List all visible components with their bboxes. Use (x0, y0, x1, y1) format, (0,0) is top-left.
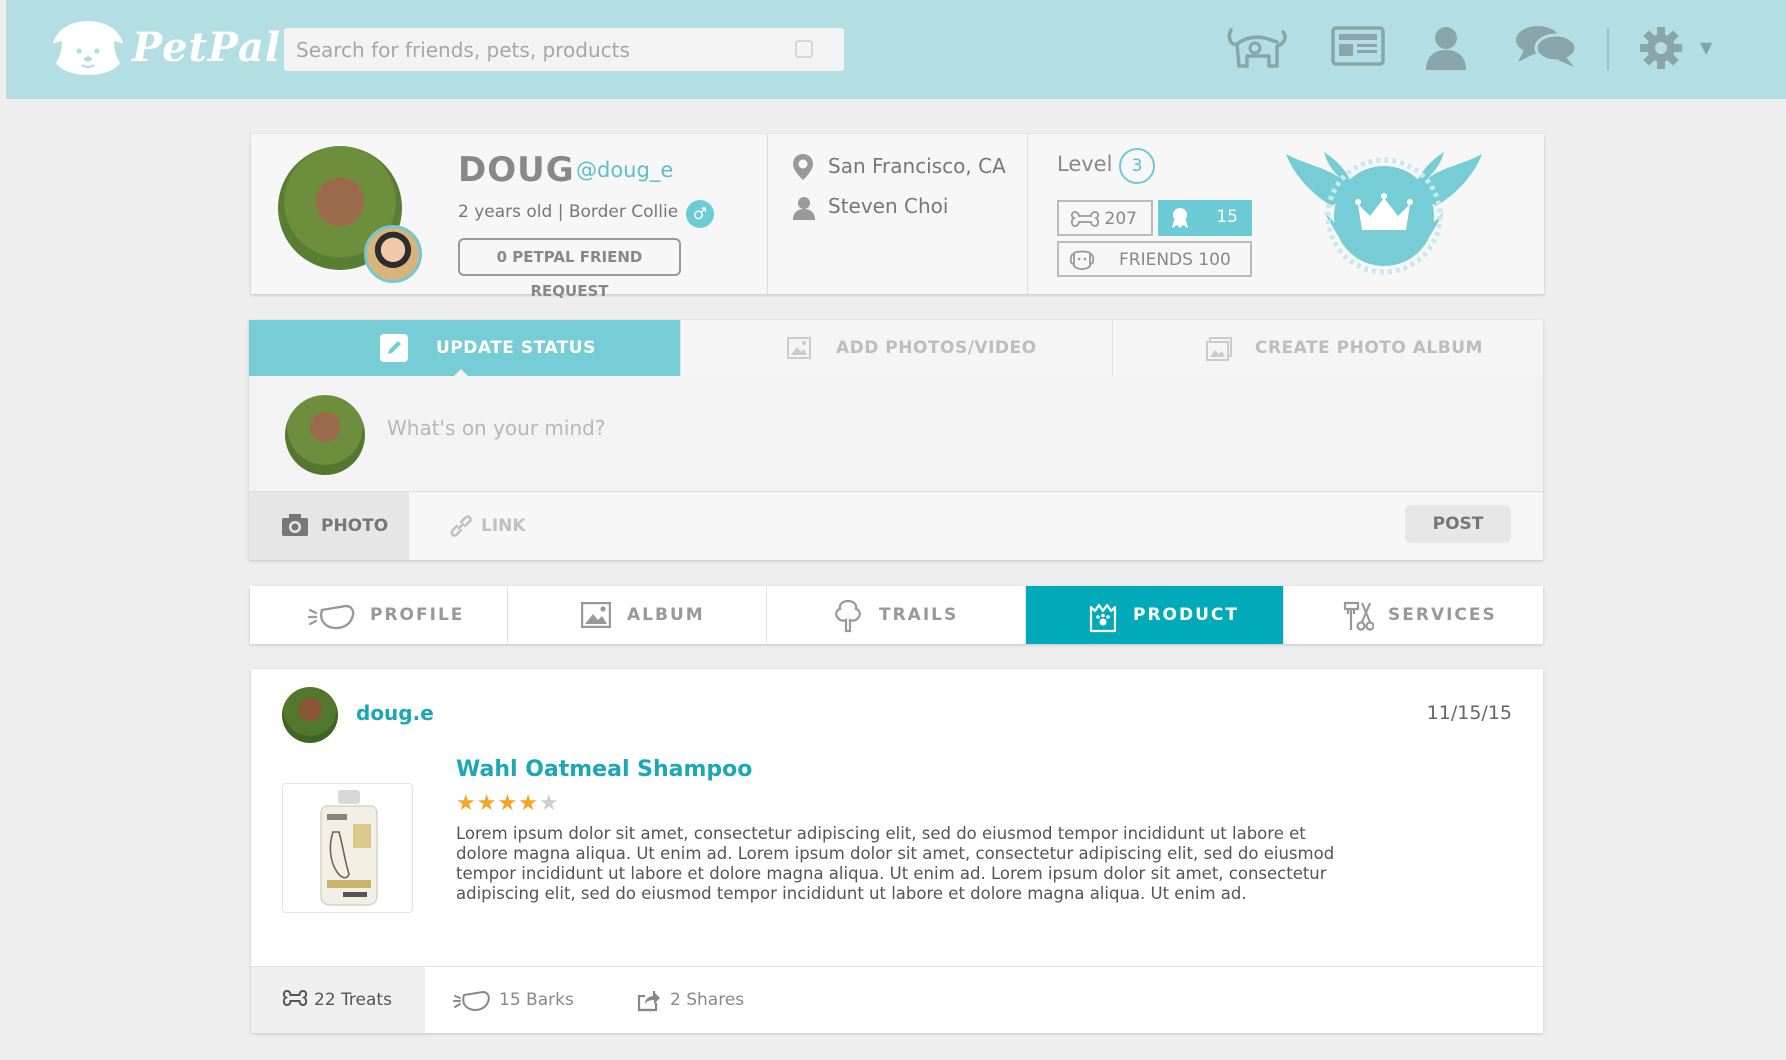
tab-label: TRAILS (879, 605, 959, 625)
profile-icon[interactable] (1423, 22, 1469, 72)
attach-link-button[interactable]: LINK (449, 492, 539, 560)
divider (767, 134, 768, 294)
tab-label: PROFILE (370, 605, 465, 625)
image-icon (787, 337, 811, 359)
pencil-icon (380, 334, 408, 362)
composer-body (249, 376, 1543, 492)
tab-label: ALBUM (627, 605, 705, 625)
profile-section-tabs: PROFILE ALBUM TRAILS PRODUCT SERVICES (250, 586, 1543, 644)
star-filled-icon: ★ (497, 791, 519, 816)
barks-count: 15 Barks (499, 990, 574, 1010)
camera-icon (282, 514, 308, 536)
tab-album[interactable]: ALBUM (508, 586, 767, 644)
owner-person-icon (793, 197, 815, 220)
share-button[interactable]: 2 Shares (636, 967, 776, 1033)
image-icon (581, 602, 611, 628)
bark-icon (308, 604, 355, 630)
settings-dropdown-chevron-down-icon[interactable]: ▼ (1700, 38, 1712, 57)
star-filled-icon: ★ (476, 791, 498, 816)
nav-separator (1607, 28, 1609, 70)
level-label: Level (1057, 152, 1113, 176)
friends-count-button[interactable]: FRIENDS 100 (1057, 241, 1252, 277)
shampoo-bottle-image (320, 790, 378, 906)
tab-label: PRODUCT (1133, 605, 1239, 625)
award-ribbon-icon (1172, 208, 1188, 228)
bone-icon (282, 989, 308, 1007)
owner-name[interactable]: Steven Choi (828, 194, 948, 218)
app-name[interactable]: PetPal (132, 24, 281, 71)
review-text: Lorem ipsum dolor sit amet, consectetur … (456, 824, 1335, 903)
level-badge: 3 (1119, 148, 1155, 184)
photo-label: PHOTO (321, 516, 389, 536)
share-icon (637, 991, 660, 1012)
attach-photo-button[interactable]: PHOTO (249, 492, 409, 560)
star-filled-icon: ★ (518, 791, 539, 816)
search-clear-icon[interactable] (795, 40, 813, 58)
post-button[interactable]: POST (1405, 505, 1511, 543)
tab-profile[interactable]: PROFILE (250, 586, 508, 644)
link-label: LINK (481, 516, 526, 536)
tab-update-status[interactable]: UPDATE STATUS (249, 320, 681, 377)
star-empty-icon: ★ (538, 791, 560, 816)
tab-add-photos-video[interactable]: ADD PHOTOS/VIDEO (681, 320, 1113, 376)
messages-icon[interactable] (1514, 22, 1578, 70)
treats-count: 207 (1104, 209, 1137, 229)
status-composer: UPDATE STATUS ADD PHOTOS/VIDEO CREATE PH… (249, 320, 1543, 560)
treats-count: 22 Treats (314, 990, 392, 1010)
level-crest-badge-icon (1286, 152, 1482, 275)
pet-handle[interactable]: @doug_e (576, 158, 673, 182)
shares-count: 2 Shares (670, 990, 745, 1010)
tab-trails[interactable]: TRAILS (767, 586, 1026, 644)
news-icon[interactable] (1331, 22, 1385, 68)
pet-description: 2 years old | Border Collie (458, 202, 679, 222)
pet-name: DOUG (458, 150, 575, 190)
link-icon (450, 515, 472, 537)
dog-face-icon (1069, 250, 1095, 270)
male-gender-icon: ♂ (686, 200, 714, 228)
friends-count: FRIENDS 100 (1119, 250, 1231, 270)
post-author-avatar[interactable] (282, 687, 338, 743)
pets-icon[interactable] (1225, 22, 1291, 74)
star-rating: ★★★★★ (456, 791, 560, 816)
friend-request-button[interactable]: 0 PETPAL FRIEND REQUEST (458, 238, 681, 300)
owner-avatar[interactable] (364, 225, 422, 283)
composer-footer: PHOTO LINK POST (249, 492, 1543, 560)
photo-album-icon (1206, 337, 1232, 361)
tree-icon (835, 599, 861, 633)
composer-avatar (285, 395, 365, 475)
tab-product[interactable]: PRODUCT (1026, 586, 1284, 644)
location-text: San Francisco, CA (828, 154, 1006, 178)
tab-label: CREATE PHOTO ALBUM (1255, 338, 1483, 358)
bark-icon (453, 990, 490, 1012)
star-filled-icon: ★ (456, 791, 477, 816)
pet-product-bag-icon (1089, 603, 1117, 633)
post-actions-bar: 22 Treats 15 Barks 2 Shares (251, 966, 1543, 1033)
tab-label: ADD PHOTOS/VIDEO (836, 338, 1037, 358)
post-author-name[interactable]: doug.e (356, 701, 434, 725)
location-pin-icon (793, 154, 813, 180)
settings-gear-icon[interactable] (1639, 26, 1683, 70)
awards-count: 15 (1216, 207, 1238, 227)
status-input[interactable] (387, 416, 1287, 440)
treats-button[interactable]: 22 Treats (251, 967, 425, 1033)
product-image[interactable] (282, 783, 413, 913)
tab-create-photo-album[interactable]: CREATE PHOTO ALBUM (1113, 320, 1543, 376)
post-date: 11/15/15 (1426, 702, 1512, 724)
tab-services[interactable]: SERVICES (1284, 586, 1543, 644)
tab-label: SERVICES (1388, 605, 1497, 625)
grooming-tools-icon (1343, 601, 1374, 631)
product-title[interactable]: Wahl Oatmeal Shampoo (456, 757, 752, 782)
divider (1027, 134, 1028, 294)
search-input[interactable] (284, 28, 844, 71)
treats-count-badge[interactable]: 207 (1057, 200, 1153, 236)
tab-label: UPDATE STATUS (436, 338, 596, 358)
awards-count-badge[interactable]: 15 (1158, 200, 1252, 236)
bone-icon (1070, 211, 1100, 227)
product-review-post: doug.e 11/15/15 Wahl Oatmeal Shampoo ★★★… (251, 669, 1543, 1033)
barks-button[interactable]: 15 Barks (453, 967, 593, 1033)
profile-header-card: DOUG @doug_e 2 years old | Border Collie… (251, 134, 1544, 300)
